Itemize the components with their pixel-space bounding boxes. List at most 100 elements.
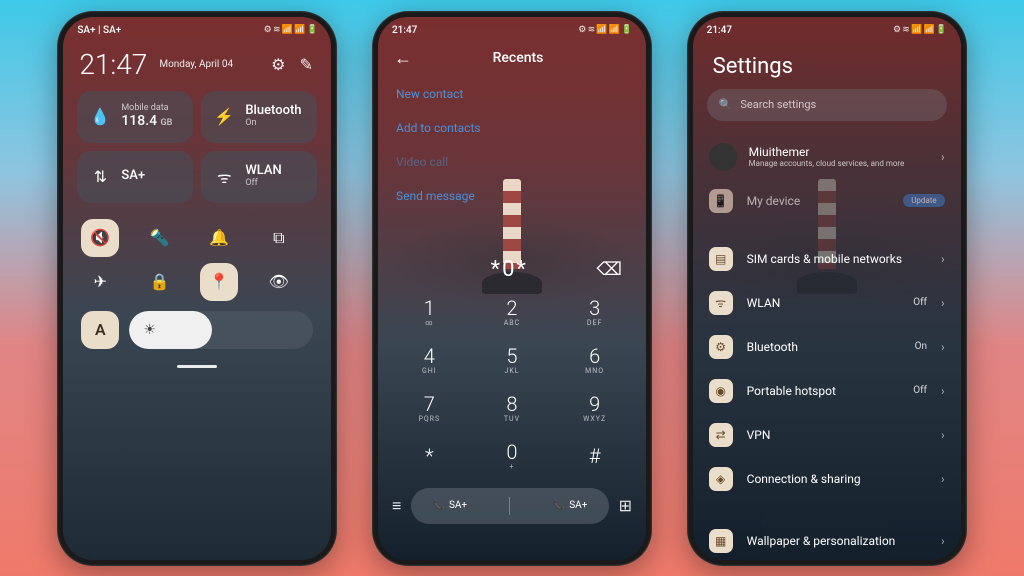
- tile-signal[interactable]: ⇅ SA+: [77, 151, 193, 203]
- account-row[interactable]: Miuithemer Manage accounts, cloud servic…: [693, 135, 961, 179]
- toggle-flashlight[interactable]: 🔦: [141, 219, 179, 257]
- search-input[interactable]: 🔍 Search settings: [707, 89, 947, 121]
- row-wallpaper-personalization[interactable]: ▦ Wallpaper & personalization ›: [693, 519, 961, 560]
- tile-data-unit: GB: [161, 118, 173, 128]
- key-8[interactable]: 8TUV: [471, 384, 554, 432]
- clock-time: 21:47: [79, 48, 147, 81]
- settings-gear-icon[interactable]: ⚙: [269, 55, 287, 73]
- signal-icon: ⇅: [89, 166, 111, 188]
- tile-bt-label: Bluetooth: [245, 104, 301, 118]
- suggestion-list: New contact Add to contacts Video call S…: [394, 69, 630, 221]
- settings-title: Settings: [693, 40, 961, 89]
- suggestion-video-call[interactable]: Video call: [394, 145, 630, 179]
- wifi-icon: ᯤ: [213, 166, 235, 188]
- backspace-icon[interactable]: ⌫: [597, 259, 622, 280]
- chevron-right-icon: ›: [941, 340, 945, 354]
- call-button-pill[interactable]: 📞 SA+ 📞 SA+: [411, 488, 608, 524]
- tile-wlan-label: WLAN: [245, 164, 281, 178]
- search-icon: 🔍: [719, 98, 733, 111]
- chevron-right-icon: ›: [941, 534, 945, 548]
- auto-brightness-button[interactable]: A: [81, 311, 119, 349]
- row-icon: ⚙: [709, 335, 733, 359]
- key-#[interactable]: #: [553, 432, 636, 480]
- tile-wlan-sub: Off: [245, 179, 281, 189]
- status-bar: 21:47 ⚙ ≋ 📶 📶 🔋: [693, 17, 961, 40]
- suggestion-add-contacts[interactable]: Add to contacts: [394, 111, 630, 145]
- key-6[interactable]: 6MNO: [553, 336, 636, 384]
- tile-bluetooth[interactable]: ⚡ Bluetooth On: [201, 91, 317, 143]
- tile-wlan[interactable]: ᯤ WLAN Off: [201, 151, 317, 203]
- screen-dialer: 21:47 ⚙ ≋ 📶 📶 🔋 ← Recents New contact Ad…: [378, 17, 646, 560]
- key-0[interactable]: 0+: [471, 432, 554, 480]
- toggle-eye-comfort[interactable]: 👁: [260, 263, 298, 301]
- status-bar: SA+ | SA+ ⚙ ≋ 📶 📶 🔋: [63, 17, 331, 40]
- suggestion-new-contact[interactable]: New contact: [394, 77, 630, 111]
- brightness-slider[interactable]: ☀: [129, 311, 313, 349]
- sun-icon: ☀: [143, 322, 156, 338]
- status-icons: ⚙ ≋ 📶 📶 🔋: [578, 25, 632, 35]
- row-wlan[interactable]: ᯤ WLAN Off ›: [693, 281, 961, 325]
- chevron-right-icon: ›: [941, 472, 945, 486]
- recents-title: Recents: [406, 50, 630, 66]
- clock-date: Monday, April 04: [159, 59, 233, 70]
- tile-data-value: 118.4: [121, 113, 157, 129]
- status-time: 21:47: [707, 25, 732, 36]
- tile-signal-label: SA+: [121, 169, 145, 183]
- row-icon: ◈: [709, 467, 733, 491]
- key-4[interactable]: 4GHI: [388, 336, 471, 384]
- account-sub: Manage accounts, cloud services, and mor…: [749, 159, 929, 168]
- toggle-screenshot[interactable]: ⧉: [260, 219, 298, 257]
- row-vpn[interactable]: ⇄ VPN ›: [693, 413, 961, 457]
- call-sim1-button[interactable]: 📞 SA+: [433, 500, 468, 511]
- chevron-right-icon: ›: [941, 384, 945, 398]
- key-*[interactable]: *: [388, 432, 471, 480]
- status-icons: ⚙ ≋ 📶 📶 🔋: [893, 25, 947, 35]
- row-icon: ⇄: [709, 423, 733, 447]
- suggestion-send-message[interactable]: Send message: [394, 179, 630, 213]
- row-icon: ▦: [709, 529, 733, 553]
- dial-input: *0*: [422, 257, 597, 282]
- toggle-airplane[interactable]: ✈: [81, 263, 119, 301]
- toggle-lock[interactable]: 🔒: [141, 263, 179, 301]
- chevron-right-icon: ›: [941, 150, 945, 164]
- avatar: [709, 143, 737, 171]
- key-3[interactable]: 3DEF: [553, 288, 636, 336]
- row-icon: ▤: [709, 247, 733, 271]
- bluetooth-icon: ⚡: [213, 106, 235, 128]
- carrier-label: SA+ | SA+: [77, 25, 121, 36]
- search-placeholder: Search settings: [740, 98, 816, 111]
- account-name: Miuithemer: [749, 145, 929, 159]
- phone-control-center: SA+ | SA+ ⚙ ≋ 📶 📶 🔋 21:47 Monday, April …: [57, 11, 337, 566]
- contacts-icon[interactable]: ⊞: [619, 496, 632, 515]
- screen-cc: SA+ | SA+ ⚙ ≋ 📶 📶 🔋 21:47 Monday, April …: [63, 17, 331, 560]
- status-icons: ⚙ ≋ 📶 📶 🔋: [264, 25, 318, 35]
- row-bluetooth[interactable]: ⚙ Bluetooth On ›: [693, 325, 961, 369]
- toggle-mute[interactable]: 🔇: [81, 219, 119, 257]
- drag-handle[interactable]: [177, 365, 217, 368]
- call-sim2-button[interactable]: 📞 SA+: [553, 500, 588, 511]
- row-icon: ◉: [709, 379, 733, 403]
- menu-icon[interactable]: ≡: [392, 496, 401, 516]
- key-7[interactable]: 7PQRS: [388, 384, 471, 432]
- chevron-right-icon: ›: [941, 428, 945, 442]
- status-bar: 21:47 ⚙ ≋ 📶 📶 🔋: [378, 17, 646, 40]
- key-2[interactable]: 2ABC: [471, 288, 554, 336]
- chevron-right-icon: ›: [941, 296, 945, 310]
- keypad: 1∞2ABC3DEF 4GHI5JKL6MNO 7PQRS8TUV9WXYZ *0+#: [378, 288, 646, 480]
- key-1[interactable]: 1∞: [388, 288, 471, 336]
- phone-dialer: 21:47 ⚙ ≋ 📶 📶 🔋 ← Recents New contact Ad…: [372, 11, 652, 566]
- tile-bt-sub: On: [245, 119, 301, 129]
- phone-settings: 21:47 ⚙ ≋ 📶 📶 🔋 Settings 🔍 Search settin…: [687, 11, 967, 566]
- toggle-dnd[interactable]: 🔔: [200, 219, 238, 257]
- edit-icon[interactable]: ✎: [297, 55, 315, 73]
- tile-mobile-data[interactable]: 💧 Mobile data 118.4 GB: [77, 91, 193, 143]
- row-portable-hotspot[interactable]: ◉ Portable hotspot Off ›: [693, 369, 961, 413]
- status-time: 21:47: [392, 25, 417, 36]
- toggle-location[interactable]: 📍: [200, 263, 238, 301]
- row-icon: ᯤ: [709, 291, 733, 315]
- key-9[interactable]: 9WXYZ: [553, 384, 636, 432]
- row-sim-cards-mobile-networks[interactable]: ▤ SIM cards & mobile networks ›: [693, 237, 961, 281]
- screen-settings: 21:47 ⚙ ≋ 📶 📶 🔋 Settings 🔍 Search settin…: [693, 17, 961, 560]
- row-connection-sharing[interactable]: ◈ Connection & sharing ›: [693, 457, 961, 501]
- key-5[interactable]: 5JKL: [471, 336, 554, 384]
